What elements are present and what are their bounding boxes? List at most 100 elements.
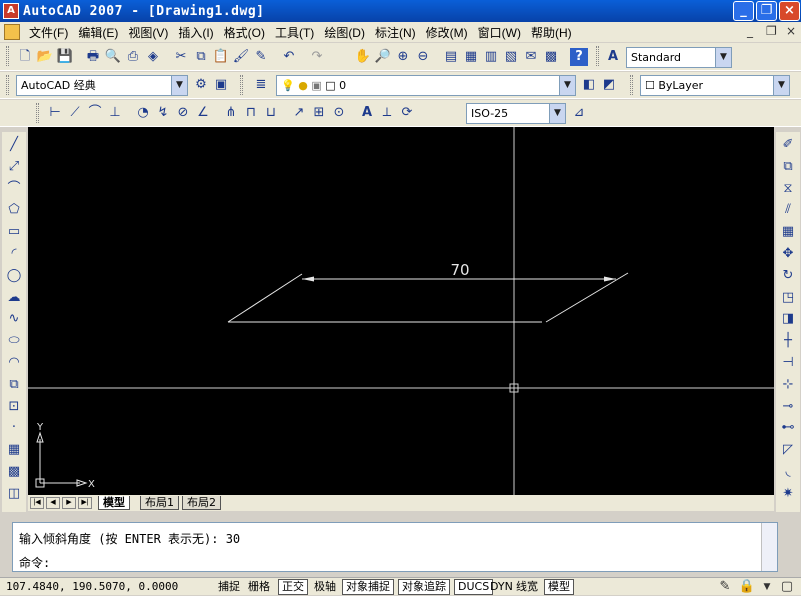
layer-previous-icon[interactable]: ◩: [600, 76, 618, 94]
status-menu-icon[interactable]: ▼: [758, 578, 776, 596]
minimize-button[interactable]: _: [733, 1, 754, 21]
grid-toggle[interactable]: 栅格: [244, 579, 274, 595]
menu-file[interactable]: 文件(F): [24, 24, 73, 41]
block-editor-icon[interactable]: ✎: [252, 48, 270, 66]
tab-layout1[interactable]: 布局1: [140, 496, 179, 510]
design-center-icon[interactable]: ▦: [462, 48, 480, 66]
ordinate-dimension-icon[interactable]: ⊥: [106, 104, 124, 122]
menu-modify[interactable]: 修改(M): [421, 24, 473, 41]
preview-icon[interactable]: 🔍: [104, 48, 122, 66]
break-at-point-icon[interactable]: ⊹: [779, 376, 797, 394]
workspace-save-icon[interactable]: ▣: [212, 76, 230, 94]
last-tab-button[interactable]: ▶|: [78, 497, 92, 509]
mirror-icon[interactable]: ⧖: [779, 180, 797, 198]
first-tab-button[interactable]: |◀: [30, 497, 44, 509]
workspace-combo[interactable]: AutoCAD 经典 ▼: [16, 75, 188, 96]
tab-model[interactable]: 模型: [98, 496, 130, 510]
color-combo[interactable]: ☐ ByLayer ▼: [640, 75, 790, 96]
region-icon[interactable]: ◫: [5, 485, 23, 503]
zoom-window-icon[interactable]: ⊕: [394, 48, 412, 66]
offset-icon[interactable]: ⫽: [779, 201, 797, 219]
command-scrollbar[interactable]: [761, 523, 777, 571]
menu-window[interactable]: 窗口(W): [473, 24, 526, 41]
tab-layout2[interactable]: 布局2: [182, 496, 221, 510]
toolbar-grip[interactable]: [6, 75, 9, 95]
doc-close-button[interactable]: ×: [786, 24, 796, 38]
hatch-icon[interactable]: ▦: [5, 441, 23, 459]
dimension-style-combo[interactable]: ISO-25 ▼: [466, 103, 566, 124]
markup-icon[interactable]: ✉: [522, 48, 540, 66]
menu-tools[interactable]: 工具(T): [270, 24, 319, 41]
polar-toggle[interactable]: 极轴: [310, 579, 340, 595]
snap-toggle[interactable]: 捕捉: [214, 579, 244, 595]
ortho-toggle[interactable]: 正交: [278, 579, 308, 595]
join-icon[interactable]: ⊷: [779, 419, 797, 437]
help-icon[interactable]: ?: [570, 48, 588, 66]
menu-draw[interactable]: 绘图(D): [319, 24, 370, 41]
circle-icon[interactable]: ◯: [5, 267, 23, 285]
menu-edit[interactable]: 编辑(E): [73, 24, 123, 41]
revision-cloud-icon[interactable]: ☁: [5, 289, 23, 307]
polygon-icon[interactable]: ⬠: [5, 201, 23, 219]
explode-icon[interactable]: ✷: [779, 485, 797, 503]
properties-icon[interactable]: ▤: [442, 48, 460, 66]
continue-dimension-icon[interactable]: ⊔: [262, 104, 280, 122]
make-layer-current-icon[interactable]: ◧: [580, 76, 598, 94]
pan-icon[interactable]: ✋: [354, 48, 372, 66]
layer-manager-icon[interactable]: ≣: [252, 76, 270, 94]
rectangle-icon[interactable]: ▭: [5, 223, 23, 241]
layer-combo[interactable]: 💡 ● ▣ □ 0 ▼: [276, 75, 576, 96]
plot-3d-icon[interactable]: ◈: [144, 48, 162, 66]
lineweight-toggle[interactable]: 线宽: [512, 579, 542, 595]
close-button[interactable]: ×: [779, 1, 800, 21]
dimension-edit-icon[interactable]: A: [358, 104, 376, 122]
ellipse-icon[interactable]: ⬭: [5, 332, 23, 350]
aligned-dimension-icon[interactable]: ⟋: [66, 104, 84, 122]
chevron-down-icon[interactable]: ▼: [773, 76, 789, 95]
document-icon[interactable]: [4, 24, 20, 40]
text-style-icon[interactable]: A: [604, 48, 622, 66]
undo-icon[interactable]: ↶: [280, 48, 298, 66]
clean-screen-icon[interactable]: ▢: [778, 578, 796, 596]
move-icon[interactable]: ✥: [779, 245, 797, 263]
polyline-icon[interactable]: ⌒: [5, 180, 23, 198]
communication-center-icon[interactable]: ✎: [716, 578, 734, 596]
restore-button[interactable]: ❐: [756, 1, 777, 21]
copy-object-icon[interactable]: ⧉: [779, 158, 797, 176]
baseline-dimension-icon[interactable]: ⊓: [242, 104, 260, 122]
layer-lock-icon[interactable]: ▣: [311, 79, 321, 92]
radius-dimension-icon[interactable]: ◔: [134, 104, 152, 122]
drawing-canvas[interactable]: 70 Y X: [28, 127, 774, 495]
otrack-toggle[interactable]: 对象追踪: [398, 579, 450, 595]
erase-icon[interactable]: ✐: [779, 136, 797, 154]
rotate-icon[interactable]: ↻: [779, 267, 797, 285]
quick-dimension-icon[interactable]: ⋔: [222, 104, 240, 122]
quick-leader-icon[interactable]: ↗: [290, 104, 308, 122]
center-mark-icon[interactable]: ⊙: [330, 104, 348, 122]
arc-icon[interactable]: ◜: [5, 245, 23, 263]
bulb-icon[interactable]: 💡: [281, 79, 295, 92]
chevron-down-icon[interactable]: ▼: [549, 104, 565, 123]
paste-icon[interactable]: 📋: [212, 48, 230, 66]
menu-dimension[interactable]: 标注(N): [370, 24, 421, 41]
toolbar-grip[interactable]: [240, 75, 243, 95]
fillet-icon[interactable]: ◟: [779, 463, 797, 481]
command-prompt[interactable]: 命令:: [19, 554, 50, 571]
dimension-text[interactable]: 70: [450, 261, 469, 279]
toolbar-grip[interactable]: [630, 75, 633, 95]
print-icon[interactable]: 🖶: [84, 48, 102, 66]
zoom-previous-icon[interactable]: ⊖: [414, 48, 432, 66]
arc-length-icon[interactable]: ⌒: [86, 104, 104, 122]
stretch-icon[interactable]: ◨: [779, 310, 797, 328]
array-icon[interactable]: ▦: [779, 223, 797, 241]
menu-view[interactable]: 视图(V): [123, 24, 173, 41]
doc-restore-button[interactable]: ❐: [766, 24, 777, 38]
menu-insert[interactable]: 插入(I): [173, 24, 218, 41]
lock-icon[interactable]: 🔒: [738, 578, 756, 596]
point-icon[interactable]: ·: [5, 419, 23, 437]
cut-icon[interactable]: ✂: [172, 48, 190, 66]
trim-icon[interactable]: ┼: [779, 332, 797, 350]
line-icon[interactable]: ╱: [5, 136, 23, 154]
linear-dimension-icon[interactable]: ⊢: [46, 104, 64, 122]
dimension-text-edit-icon[interactable]: ⟂: [378, 104, 396, 122]
